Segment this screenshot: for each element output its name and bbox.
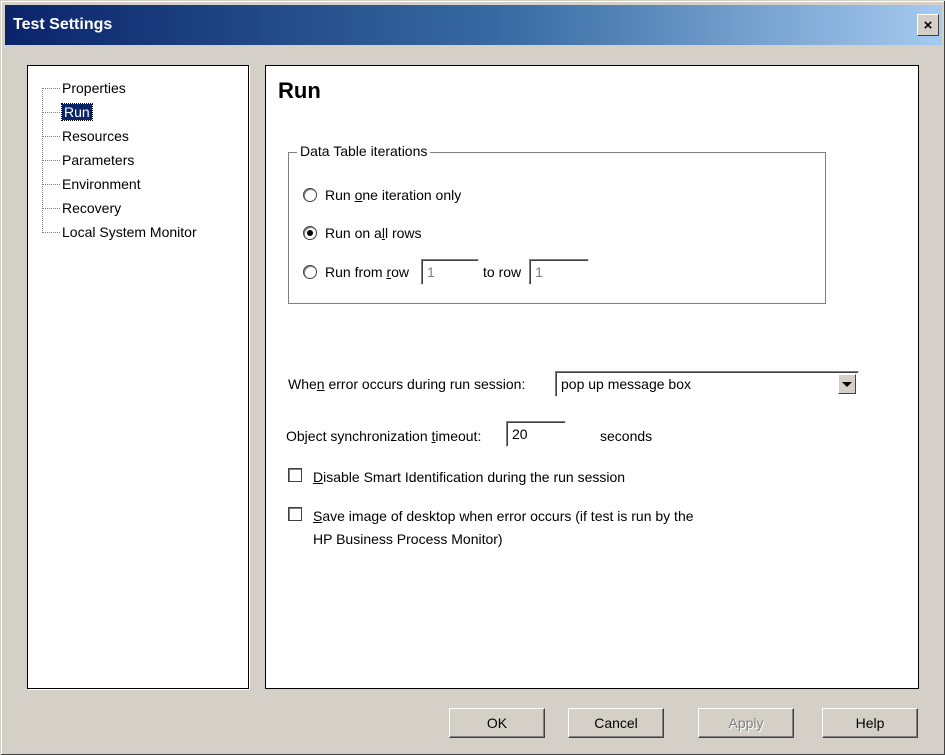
tree-item-recovery[interactable]: Recovery	[42, 196, 121, 220]
tree-item-label: Resources	[62, 128, 129, 144]
test-settings-dialog: Test Settings × Properties Run Resources…	[0, 0, 945, 755]
window-title: Test Settings	[13, 16, 113, 33]
tree-item-parameters[interactable]: Parameters	[42, 148, 134, 172]
run-settings-panel: Run Data Table iterations Run one iterat…	[265, 65, 919, 689]
tree-item-label: Environment	[62, 176, 141, 192]
to-row-input[interactable]: 1	[529, 259, 590, 285]
settings-tree: Properties Run Resources Parameters Envi…	[27, 65, 249, 689]
radio-run-one-iteration[interactable]: Run one iteration only	[303, 187, 461, 203]
from-row-input[interactable]: 1	[421, 259, 480, 285]
checkbox-label: Save image of desktop when error occurs …	[313, 508, 694, 547]
to-row-label: to row	[483, 264, 522, 280]
radio-label: Run on all rows	[325, 225, 422, 241]
seconds-label: seconds	[600, 428, 653, 444]
checkbox-label: Disable Smart Identification during the …	[313, 469, 626, 485]
save-image-checkbox-row[interactable]: Save image of desktop when error occurs …	[288, 505, 694, 551]
tree-item-environment[interactable]: Environment	[42, 172, 141, 196]
error-occurs-label: When error occurs during run session:	[288, 376, 526, 392]
group-title: Data Table iterations	[297, 143, 431, 159]
tree-item-label: Run	[61, 103, 93, 121]
tree-item-label: Properties	[62, 80, 126, 96]
chevron-down-icon[interactable]	[838, 374, 856, 394]
radio-label: Run one iteration only	[325, 187, 462, 203]
radio-run-all-rows[interactable]: Run on all rows	[303, 225, 422, 241]
sync-timeout-input[interactable]: 20	[506, 421, 566, 447]
sync-timeout-label: Object synchronization timeout:	[286, 428, 482, 444]
checkbox[interactable]	[288, 468, 302, 482]
help-button[interactable]: Help	[822, 708, 918, 738]
tree-item-label: Recovery	[62, 200, 122, 216]
tree-item-local-system-monitor[interactable]: Local System Monitor	[42, 220, 197, 244]
ok-button[interactable]: OK	[449, 708, 545, 738]
tree-item-properties[interactable]: Properties	[42, 76, 126, 100]
apply-button[interactable]: Apply	[698, 708, 794, 738]
close-button[interactable]: ×	[917, 14, 939, 36]
tree-item-run[interactable]: Run	[42, 100, 93, 124]
radio-run-from-row[interactable]: Run from row 1 to row 1	[303, 259, 590, 285]
page-title: Run	[278, 78, 321, 103]
title-bar[interactable]: Test Settings ×	[5, 5, 942, 45]
data-table-iterations-group: Data Table iterations Run one iteration …	[288, 143, 826, 304]
tree-item-label: Parameters	[62, 152, 135, 168]
radio-button[interactable]	[303, 265, 317, 279]
disable-smart-id-checkbox-row[interactable]: Disable Smart Identification during the …	[288, 466, 625, 489]
checkbox[interactable]	[288, 507, 302, 521]
cancel-button[interactable]: Cancel	[568, 708, 664, 738]
select-value: pop up message box	[561, 376, 691, 392]
tree-item-label: Local System Monitor	[62, 224, 197, 240]
tree-item-resources[interactable]: Resources	[42, 124, 129, 148]
radio-button[interactable]	[303, 226, 317, 240]
radio-button[interactable]	[303, 188, 317, 202]
error-handling-select[interactable]: pop up message box	[555, 371, 859, 397]
radio-label: Run from row	[325, 264, 410, 280]
close-icon: ×	[923, 16, 933, 34]
